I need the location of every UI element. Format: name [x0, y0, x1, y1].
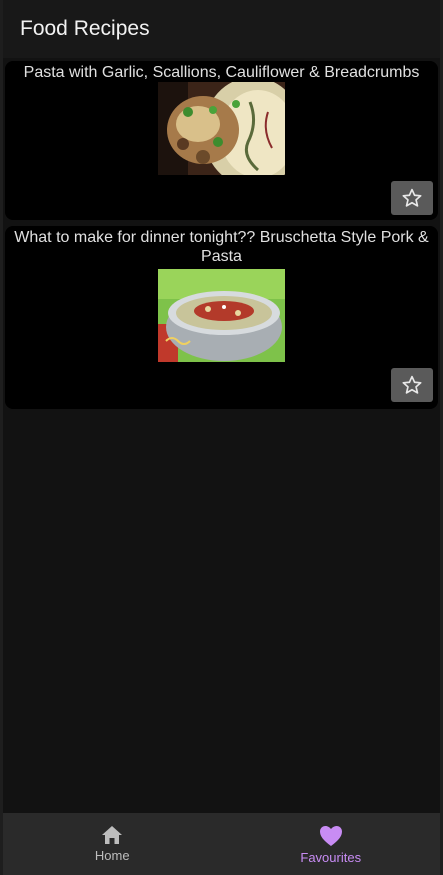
star-outline-icon — [402, 188, 422, 207]
recipe-image — [158, 82, 285, 175]
heart-icon — [319, 826, 342, 846]
nav-label-home: Home — [94, 848, 130, 863]
favourite-button[interactable] — [391, 181, 433, 215]
nav-item-favourites[interactable]: Favourites — [222, 813, 441, 875]
recipe-card[interactable]: What to make for dinner tonight?? Brusch… — [5, 226, 438, 409]
recipe-title: What to make for dinner tonight?? Brusch… — [14, 229, 429, 265]
nav-item-home[interactable]: Home — [3, 813, 222, 875]
bottom-navigation: Home Favourites — [3, 813, 440, 875]
recipe-title: Pasta with Garlic, Scallions, Cauliflowe… — [23, 64, 420, 81]
recipe-card[interactable]: Pasta with Garlic, Scallions, Cauliflowe… — [5, 61, 438, 220]
star-outline-icon — [402, 375, 422, 394]
app-bar: Food Recipes — [3, 0, 440, 58]
recipe-image — [158, 269, 285, 362]
favourite-button[interactable] — [391, 368, 433, 402]
page-title: Food Recipes — [20, 17, 150, 40]
home-icon — [102, 826, 123, 844]
nav-label-favourites: Favourites — [300, 850, 362, 865]
